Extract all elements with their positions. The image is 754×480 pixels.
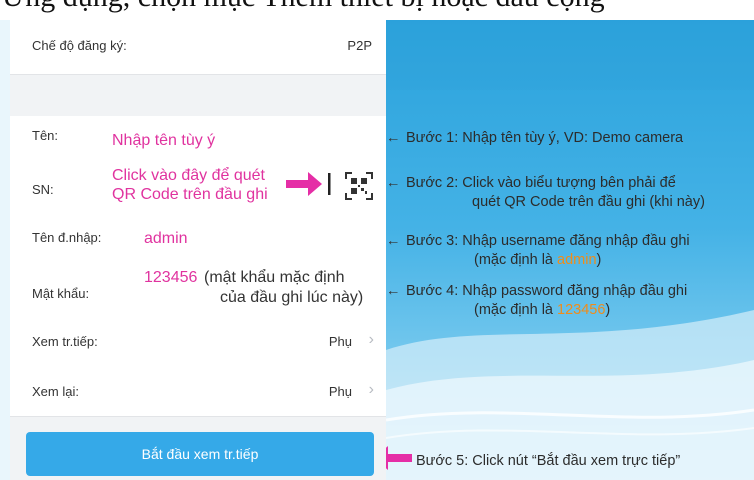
arrow-left-icon: ← [386,175,401,191]
chevron-right-icon: › [368,331,374,348]
live-value: Phụ [328,334,352,349]
username-label: Tên đ.nhập: [32,230,102,245]
step-1: ← Bước 1: Nhập tên tùy ý, VD: Demo camera [386,129,683,148]
row-password[interactable]: Mật khẩu: 123456 (mật khẩu mặc định của … [10,262,386,319]
step-2-line2: quét QR Code trên đầu ghi (khi này) [472,194,705,210]
row-live-view[interactable]: Xem tr.tiếp: Phụ › [10,318,386,367]
step-1-text: Bước 1: Nhập tên tùy ý, VD: Demo camera [406,130,684,146]
row-reg-mode[interactable]: Chế độ đăng ký: P2P [10,20,386,75]
password-label: Mật khẩu: [32,286,90,301]
row-name[interactable]: Tên: Nhập tên tùy ý [10,116,386,161]
instructions-panel: ← Bước 1: Nhập tên tùy ý, VD: Demo camera… [386,20,754,480]
step-5: Bước 5: Click nút “Bắt đầu xem trực tiếp… [416,452,680,471]
step-4: ← Bước 4: Nhập password đăng nhập đầu ghi… [386,282,687,320]
qr-code-icon[interactable] [344,171,374,201]
pink-arrow-icon [286,172,331,196]
password-input[interactable]: 123456 [144,269,197,287]
sn-hint: Click vào đây để quét QR Code trên đầu g… [112,166,268,204]
row-playback[interactable]: Xem lại: Phụ › [10,366,386,417]
step-4-line1: Bước 4: Nhập password đăng nhập đầu ghi [406,283,688,299]
name-input[interactable]: Nhập tên tùy ý [112,132,215,150]
chevron-right-icon: › [368,381,374,398]
step-2: ← Bước 2: Click vào biểu tượng bên phải đ… [386,174,705,212]
sn-hint-line2: QR Code trên đầu ghi [112,186,268,203]
username-input[interactable]: admin [144,230,188,248]
top-caption: Ứng dụng, chọn mục Thêm thiết bị hoặc dấ… [0,0,754,22]
step-2-line1: Bước 2: Click vào biểu tượng bên phải để [406,175,676,191]
arrow-left-icon: ← [386,233,401,249]
password-note-1: (mật khẩu mặc định [204,269,345,286]
step-3-line2-pre: (mặc định là [474,252,558,268]
reg-mode-label: Chế độ đăng ký: [32,38,127,53]
phone-screen: Chế độ đăng ký: P2P Tên: Nhập tên tùy ý … [0,20,386,480]
start-live-view-button[interactable]: Bắt đầu xem tr.tiếp [26,432,374,476]
step-5-text: Bước 5: Click nút “Bắt đầu xem trực tiếp… [416,453,681,469]
sn-label: SN: [32,182,54,197]
arrow-left-icon: ← [386,130,401,146]
sn-hint-line1: Click vào đây để quét [112,167,265,184]
step-4-line2-pre: (mặc định là [474,302,558,318]
password-note-2: của đầu ghi lúc này) [220,289,364,306]
step-3-line2-post: ) [596,252,602,268]
live-label: Xem tr.tiếp: [32,334,98,349]
playback-value: Phụ [328,384,352,399]
row-username[interactable]: Tên đ.nhập: admin [10,214,386,263]
reg-mode-value: P2P [347,38,372,53]
step-3: ← Bước 3: Nhập username đăng nhập đầu ghi… [386,232,690,270]
playback-label: Xem lại: [32,384,79,399]
step-3-line1: Bước 3: Nhập username đăng nhập đầu ghi [406,233,690,249]
top-caption-text: Ứng dụng, chọn mục Thêm thiết bị hoặc dấ… [2,0,605,14]
step-3-default-username: admin [557,252,597,268]
step-4-line2-post: ) [605,302,611,318]
name-label: Tên: [32,128,59,143]
arrow-left-icon: ← [386,283,401,299]
step-4-default-password: 123456 [557,302,606,318]
pink-arrow-icon [386,446,412,470]
